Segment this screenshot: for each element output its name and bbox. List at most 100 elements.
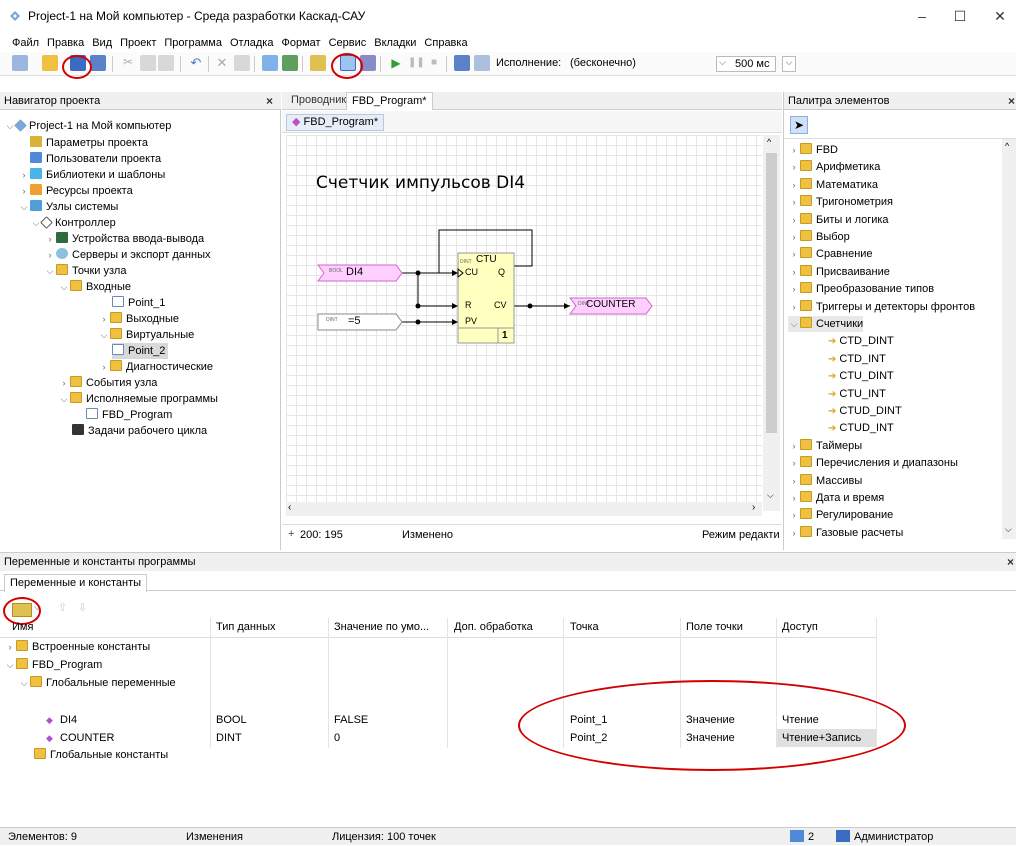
palette-item[interactable]: › Перечисления и диапазоны <box>788 455 958 471</box>
chevron-right-icon[interactable]: › <box>752 502 755 513</box>
toolbar-more-dropdown[interactable]: ⌵ <box>782 56 796 72</box>
palette-item[interactable]: › Биты и логика <box>788 212 889 228</box>
pause-icon[interactable]: ❚❚ <box>408 55 425 71</box>
undo-icon[interactable]: ↶ <box>188 55 204 71</box>
group-fbd-program[interactable]: ⌵ FBD_Program <box>4 657 102 673</box>
step-icon[interactable] <box>454 55 470 71</box>
tree-item-fbd-program[interactable]: FBD_Program <box>86 407 172 423</box>
palette-item[interactable]: ➔ CTU_INT <box>828 386 886 402</box>
menu-program[interactable]: Программа <box>160 34 226 52</box>
palette-item[interactable]: › FBD <box>788 142 838 158</box>
properties-icon[interactable] <box>234 55 250 71</box>
palette-item[interactable]: › Газовые расчеты <box>788 525 903 541</box>
tree-item-inputs[interactable]: ⌵ Входные <box>58 279 131 295</box>
menu-format[interactable]: Формат <box>277 34 324 52</box>
col-point[interactable]: Точка <box>570 618 599 636</box>
tree-item-project[interactable]: ⌵ Project-1 на Мой компьютер <box>4 118 171 134</box>
palette-item[interactable]: › Таймеры <box>788 438 862 454</box>
chevron-down-icon[interactable]: ⌵ <box>1005 524 1012 535</box>
menu-tabs[interactable]: Вкладки <box>370 34 420 52</box>
palette-item[interactable]: › Сравнение <box>788 246 873 262</box>
tree-item-node-events[interactable]: › События узла <box>58 375 157 391</box>
tree-item-resources[interactable]: › Ресурсы проекта <box>18 183 133 199</box>
build-icon[interactable] <box>282 55 298 71</box>
fbd-canvas[interactable]: Счетчик импульсов DI4 BOOL DI4 DINT =5 D… <box>286 135 762 511</box>
save-all-icon[interactable] <box>90 55 106 71</box>
menu-view[interactable]: Вид <box>88 34 116 52</box>
monitor-icon[interactable] <box>474 55 490 71</box>
chart-icon[interactable] <box>310 55 326 71</box>
palette-item[interactable]: › Триггеры и детекторы фронтов <box>788 299 975 315</box>
close-icon[interactable]: × <box>1007 553 1014 571</box>
close-button[interactable]: ✕ <box>990 6 1010 26</box>
chevron-down-icon[interactable]: ⌵ <box>767 490 774 501</box>
menu-file[interactable]: Файл <box>8 34 43 52</box>
palette-item[interactable]: › Арифметика <box>788 159 880 175</box>
editor-hscrollbar[interactable]: ‹ › <box>286 502 762 516</box>
tree-item-controller[interactable]: ⌵ Контроллер <box>30 215 116 231</box>
cut-icon[interactable]: ✂ <box>120 55 136 71</box>
palette-item[interactable]: › Дата и время <box>788 490 884 506</box>
period-select[interactable]: ⌵ 500 мс <box>716 56 776 72</box>
chevron-left-icon[interactable]: ‹ <box>288 502 291 513</box>
group-global-constants[interactable]: Глобальные константы <box>34 747 168 763</box>
paste-icon[interactable] <box>158 55 174 71</box>
palette-item[interactable]: ➔ CTD_DINT <box>828 333 894 349</box>
palette-item[interactable]: › Выбор <box>788 229 850 245</box>
tree-item-servers[interactable]: › Серверы и экспорт данных <box>44 247 210 263</box>
editor-vscrollbar[interactable]: ^ ⌵ <box>763 135 780 511</box>
tree-item-programs[interactable]: ⌵ Исполняемые программы <box>58 391 218 407</box>
palette-item[interactable]: › Присваивание <box>788 264 890 280</box>
menu-service[interactable]: Сервис <box>325 34 371 52</box>
tree-item-tasks[interactable]: Задачи рабочего цикла <box>72 423 207 439</box>
check-icon[interactable] <box>262 55 278 71</box>
menu-project[interactable]: Проект <box>116 34 160 52</box>
tree-item-diagnostic[interactable]: › Диагностические <box>98 359 213 375</box>
tree-item-node-points[interactable]: ⌵ Точки узла <box>44 263 126 279</box>
close-icon[interactable]: × <box>1008 92 1015 110</box>
col-point-field[interactable]: Поле точки <box>686 618 743 636</box>
col-extra[interactable]: Доп. обработка <box>454 618 533 636</box>
document-tab[interactable]: ◆ FBD_Program* <box>286 114 385 131</box>
run-icon[interactable]: ▶ <box>388 55 404 71</box>
col-name[interactable]: Имя <box>12 618 33 636</box>
tab-variables-constants[interactable]: Переменные и константы <box>4 574 148 592</box>
close-icon[interactable]: × <box>266 92 273 110</box>
palette-item[interactable]: › Регулирование <box>788 507 893 523</box>
delete-icon[interactable]: ✕ <box>214 55 230 71</box>
palette-item[interactable]: ➔ CTUD_INT <box>828 420 894 436</box>
tree-item-libraries[interactable]: › Библиотеки и шаблоны <box>18 167 165 183</box>
tree-item-virtual[interactable]: ⌵ Виртуальные <box>98 327 194 343</box>
tree-item-point-1[interactable]: Point_1 <box>112 295 165 311</box>
menu-edit[interactable]: Правка <box>43 34 88 52</box>
chevron-up-icon[interactable]: ^ <box>1005 141 1009 151</box>
scroll-thumb[interactable] <box>766 153 777 433</box>
palette-item[interactable]: › Преобразование типов <box>788 281 934 297</box>
tab-explorer[interactable]: Проводник <box>286 92 351 109</box>
palette-item[interactable]: ➔ CTD_INT <box>828 351 886 367</box>
palette-item[interactable]: › Массивы <box>788 473 862 489</box>
menu-debug[interactable]: Отладка <box>226 34 277 52</box>
palette-item[interactable]: › Тригонометрия <box>788 194 893 210</box>
tree-item-io-devices[interactable]: › Устройства ввода-вывода <box>44 231 204 247</box>
copy-icon[interactable] <box>140 55 156 71</box>
maximize-button[interactable]: ☐ <box>950 6 970 26</box>
palette-item[interactable]: ⌵ Счетчики <box>788 316 864 332</box>
chevron-up-icon[interactable]: ^ <box>767 137 771 147</box>
tree-item-point-2[interactable]: Point_2 <box>112 343 169 359</box>
col-default[interactable]: Значение по умо... <box>334 618 429 636</box>
move-down-icon[interactable]: ⇩ <box>78 601 87 614</box>
tree-item-nodes[interactable]: ⌵ Узлы системы <box>18 199 118 215</box>
group-builtin-constants[interactable]: › Встроенные константы <box>4 639 150 655</box>
open-folder-icon[interactable] <box>42 55 58 71</box>
palette-item[interactable]: ➔ CTUD_DINT <box>828 403 902 419</box>
palette-vscrollbar[interactable]: ^ ⌵ <box>1002 139 1016 539</box>
move-up-icon[interactable]: ⇧ <box>58 601 67 614</box>
pointer-tool-icon[interactable]: ➤ <box>790 116 808 134</box>
tree-item-params[interactable]: Параметры проекта <box>18 135 148 151</box>
new-project-icon[interactable] <box>12 55 28 71</box>
stop-icon[interactable]: ■ <box>426 55 442 71</box>
minimize-button[interactable]: – <box>912 6 932 26</box>
palette-item[interactable]: › Математика <box>788 177 878 193</box>
tab-fbd-program[interactable]: FBD_Program* <box>346 92 433 110</box>
